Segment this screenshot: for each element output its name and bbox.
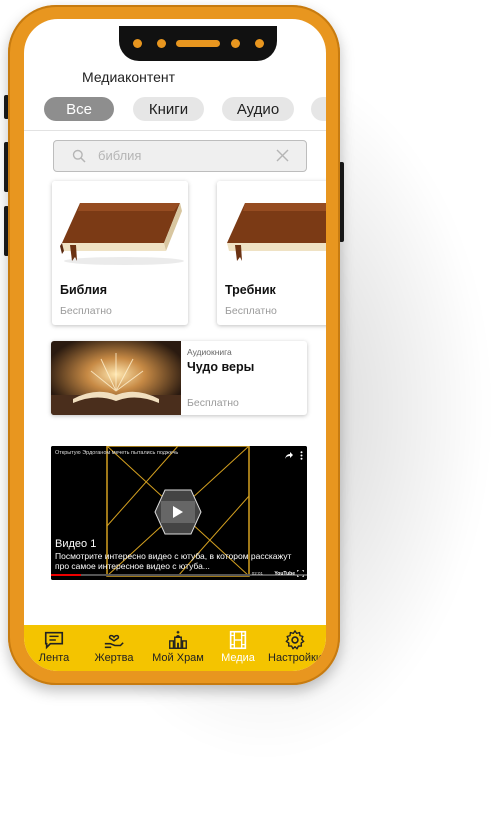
- more-options-icon[interactable]: [300, 451, 303, 460]
- sensor-dot: [157, 39, 166, 48]
- book-card-bible[interactable]: Библия Бесплатно: [52, 181, 188, 325]
- tab-settings[interactable]: Настройки: [268, 629, 322, 669]
- app-screen: Медиаконтент Все Книги Аудио библия Библ…: [24, 19, 326, 671]
- tab-media-label: Медиа: [221, 652, 255, 664]
- phone-frame: Медиаконтент Все Книги Аудио библия Библ…: [8, 5, 340, 685]
- speaker-grill: [176, 40, 220, 47]
- audiobook-price: Бесплатно: [187, 397, 239, 409]
- search-field[interactable]: библия: [53, 140, 307, 172]
- page-title: Медиаконтент: [82, 69, 176, 85]
- audiobook-title: Чудо веры: [187, 360, 255, 374]
- book-card-trebnik[interactable]: Требник Бесплатно: [217, 181, 326, 325]
- video-time: 02:01: [251, 571, 263, 576]
- tab-feed[interactable]: Лента: [36, 629, 72, 669]
- camera-dot: [133, 39, 142, 48]
- tab-settings-label: Настройки: [268, 652, 322, 664]
- bottom-tab-bar: Лента Жертва Мой Храм Медиа Настройки: [24, 625, 326, 671]
- share-icon[interactable]: [285, 452, 293, 459]
- filter-books[interactable]: Книги: [133, 97, 204, 121]
- chat-icon: [44, 631, 64, 650]
- video-description: Посмотрите интересно видео с ютуба, в ко…: [55, 551, 292, 571]
- book-title: Библия: [60, 283, 107, 297]
- camera-dot: [255, 39, 264, 48]
- church-icon: [169, 630, 187, 649]
- tab-my-church[interactable]: Мой Храм: [148, 629, 208, 669]
- filter-audio-label: Аудио: [236, 100, 280, 118]
- phone-notch: [119, 26, 277, 61]
- tab-donate-label: Жертва: [94, 652, 134, 664]
- book-price: Бесплатно: [60, 305, 112, 317]
- book-cover-image: [217, 181, 326, 274]
- tab-my-church-label: Мой Храм: [152, 652, 204, 664]
- filter-all-label: Все: [66, 100, 92, 118]
- donate-hand-icon: [104, 634, 124, 649]
- gear-icon: [285, 630, 305, 650]
- tab-media[interactable]: Медиа: [216, 629, 260, 669]
- clear-icon[interactable]: [276, 149, 289, 162]
- audiobook-cover-image: [51, 341, 181, 415]
- audiobook-tag: Аудиокнига: [187, 347, 232, 357]
- filter-audio[interactable]: Аудио: [222, 97, 294, 121]
- search-icon: [72, 149, 86, 163]
- fullscreen-icon[interactable]: [297, 570, 304, 577]
- filter-books-label: Книги: [148, 100, 189, 118]
- search-input[interactable]: библия: [98, 148, 141, 163]
- filter-all[interactable]: Все: [44, 97, 114, 121]
- book-cover-image: [52, 181, 188, 274]
- youtube-logo: YouTube: [274, 571, 295, 577]
- video-overlay-title: Открытую Эрдоганом мечеть пытались подже…: [55, 450, 179, 456]
- video-label: Видео 1: [55, 538, 97, 550]
- audiobook-card[interactable]: Аудиокнига Чудо веры Бесплатно: [51, 341, 307, 415]
- tab-feed-label: Лента: [38, 652, 70, 664]
- book-title: Требник: [225, 283, 276, 297]
- sensor-dot: [231, 39, 240, 48]
- filter-next-partial[interactable]: [311, 97, 326, 121]
- book-price: Бесплатно: [225, 305, 277, 317]
- tab-donate[interactable]: Жертва: [92, 629, 136, 669]
- film-icon: [229, 630, 247, 650]
- divider: [24, 130, 326, 131]
- video-card[interactable]: Открытую Эрдоганом мечеть пытались подже…: [51, 446, 307, 580]
